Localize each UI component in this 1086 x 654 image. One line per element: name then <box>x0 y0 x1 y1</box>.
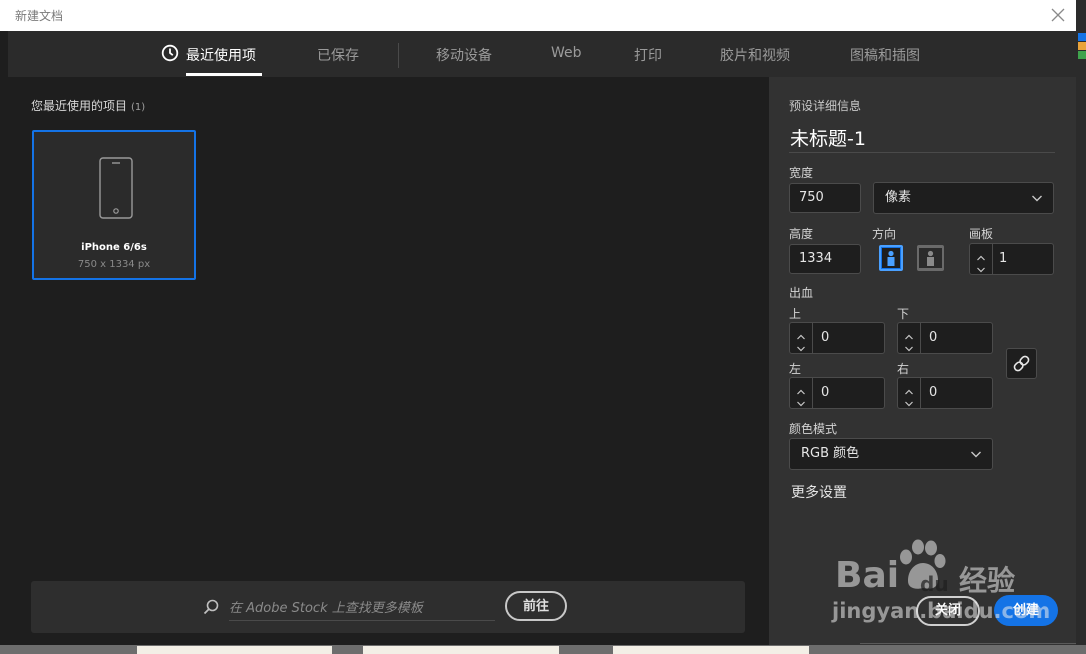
chevron-up-icon[interactable] <box>976 248 986 261</box>
artboards-label: 画板 <box>969 227 994 241</box>
bleed-right-value[interactable]: 0 <box>929 378 937 408</box>
clock-icon <box>161 44 179 62</box>
chevron-down-icon[interactable] <box>796 339 806 352</box>
chevron-down-icon[interactable] <box>904 339 914 352</box>
bleed-bottom-stepper: 0 <box>897 322 993 354</box>
height-input[interactable]: 1334 <box>789 244 861 274</box>
portrait-orientation-button[interactable] <box>879 245 903 271</box>
link-bleed-button[interactable] <box>1006 348 1037 379</box>
background-swatch <box>1078 51 1086 59</box>
phone-icon <box>99 157 133 219</box>
more-settings-link[interactable]: 更多设置 <box>791 482 847 502</box>
divider <box>789 152 1055 153</box>
active-tab-indicator <box>186 73 262 76</box>
color-mode-select[interactable]: RGB 颜色 <box>789 438 993 470</box>
color-mode-value: RGB 颜色 <box>801 446 860 461</box>
recent-heading: 您最近使用的项目 (1) <box>31 97 145 114</box>
landscape-orientation-button[interactable] <box>917 245 944 271</box>
bleed-top-stepper: 0 <box>789 322 885 354</box>
background-swatch <box>1078 42 1086 50</box>
orientation-label: 方向 <box>872 227 897 241</box>
bleed-left-value[interactable]: 0 <box>821 378 829 408</box>
recent-count: (1) <box>131 102 146 113</box>
width-label: 宽度 <box>789 166 814 180</box>
bleed-top-label: 上 <box>789 307 802 321</box>
chevron-up-icon[interactable] <box>796 382 806 395</box>
artboards-value[interactable]: 1 <box>999 244 1007 274</box>
bleed-bottom-label: 下 <box>897 307 910 321</box>
preset-name: iPhone 6/6s <box>81 242 147 253</box>
recent-heading-label: 您最近使用的项目 <box>31 99 128 113</box>
background-thumbnail <box>613 646 809 654</box>
width-input[interactable]: 750 <box>789 183 861 213</box>
search-icon <box>203 599 219 615</box>
chevron-down-icon[interactable] <box>976 260 986 273</box>
portrait-icon <box>882 248 900 268</box>
chevron-down-icon[interactable] <box>796 394 806 407</box>
color-mode-label: 颜色模式 <box>789 422 838 436</box>
close-button[interactable]: 关闭 <box>916 596 980 626</box>
recent-preset-card[interactable]: iPhone 6/6s 750 x 1334 px <box>32 130 196 280</box>
tab-film-video[interactable]: 胶片和视频 <box>720 45 790 65</box>
window-title: 新建文档 <box>15 9 64 23</box>
chevron-down-icon <box>1032 195 1042 202</box>
bleed-bottom-value[interactable]: 0 <box>929 323 937 353</box>
document-name-field[interactable]: 未标题-1 <box>790 124 866 151</box>
artboards-stepper: 1 <box>969 243 1054 275</box>
tab-print[interactable]: 打印 <box>634 45 662 65</box>
background-thumbnail <box>363 646 559 654</box>
background-strip <box>1076 0 1086 654</box>
landscape-icon <box>919 248 942 268</box>
height-label: 高度 <box>789 227 814 241</box>
unit-select[interactable]: 像素 <box>873 182 1054 214</box>
chevron-up-icon[interactable] <box>796 327 806 340</box>
go-button[interactable]: 前往 <box>505 591 567 621</box>
preset-size: 750 x 1334 px <box>77 259 151 270</box>
tab-saved[interactable]: 已保存 <box>317 45 359 65</box>
background-thumbnail <box>137 646 332 654</box>
tab-divider <box>398 43 399 68</box>
preset-details-heading: 预设详细信息 <box>789 99 862 113</box>
chevron-down-icon[interactable] <box>904 394 914 407</box>
close-icon[interactable] <box>1048 5 1068 25</box>
tab-recent[interactable]: 最近使用项 <box>186 45 256 65</box>
tab-web[interactable]: Web <box>551 45 582 61</box>
bleed-left-stepper: 0 <box>789 377 885 409</box>
link-icon <box>1013 355 1030 372</box>
chevron-up-icon[interactable] <box>904 327 914 340</box>
divider <box>860 643 1076 644</box>
tab-mobile[interactable]: 移动设备 <box>436 45 492 65</box>
title-bar: 新建文档 <box>0 0 1076 31</box>
chevron-down-icon <box>971 451 981 458</box>
tab-art-illustration[interactable]: 图稿和插图 <box>850 45 920 65</box>
bleed-left-label: 左 <box>789 362 802 376</box>
stock-search-input[interactable] <box>229 596 495 621</box>
unit-value: 像素 <box>885 190 912 205</box>
bleed-right-label: 右 <box>897 362 910 376</box>
bleed-right-stepper: 0 <box>897 377 993 409</box>
bleed-label: 出血 <box>789 286 814 300</box>
background-swatch <box>1078 33 1086 41</box>
chevron-up-icon[interactable] <box>904 382 914 395</box>
create-button[interactable]: 创建 <box>994 595 1058 626</box>
bleed-top-value[interactable]: 0 <box>821 323 829 353</box>
